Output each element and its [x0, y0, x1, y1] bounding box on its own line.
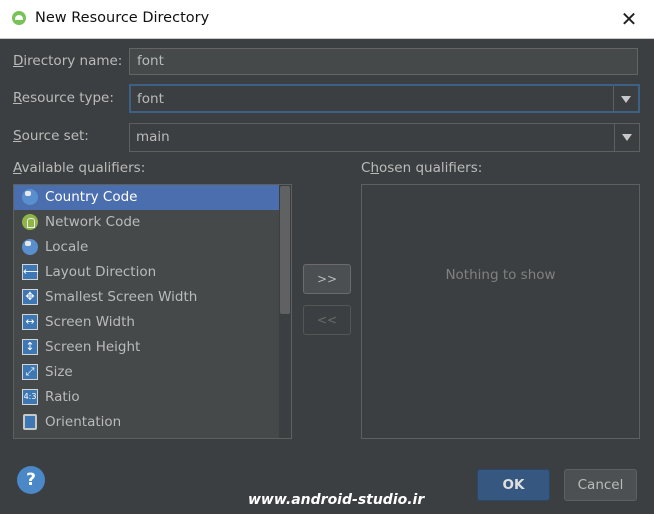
empty-state-text: Nothing to show: [445, 267, 556, 283]
list-item-label: Screen Height: [45, 339, 141, 355]
source-set-label: Source set:: [13, 128, 89, 144]
source-set-dropdown[interactable]: main: [129, 123, 640, 152]
list-item-country-code[interactable]: Country Code: [14, 185, 279, 210]
list-item-orientation[interactable]: Orientation: [14, 410, 291, 435]
dialog-title: New Resource Directory: [35, 10, 210, 26]
screen-height-icon: ↕: [22, 339, 38, 355]
chosen-qualifiers-label: Chosen qualifiers:: [361, 160, 483, 176]
locale-icon: [22, 239, 38, 255]
directory-name-field[interactable]: font: [129, 48, 638, 75]
list-item-label: Locale: [45, 239, 89, 255]
remove-qualifier-button[interactable]: <<: [303, 305, 351, 335]
scrollbar-track[interactable]: [279, 185, 291, 438]
cancel-button[interactable]: Cancel: [564, 469, 637, 501]
android-studio-icon: [12, 11, 26, 25]
network-code-icon: [22, 214, 38, 230]
list-item-screen-width[interactable]: ↔ Screen Width: [14, 310, 291, 335]
ok-button[interactable]: OK: [477, 469, 550, 501]
list-item-label: Orientation: [45, 414, 122, 430]
chevron-down-icon[interactable]: [613, 86, 638, 111]
available-qualifiers-label: Available qualifiers:: [13, 160, 146, 176]
list-item-size[interactable]: ⤢ Size: [14, 360, 291, 385]
list-item-network-code[interactable]: Network Code: [14, 210, 291, 235]
ratio-icon: 4:3: [22, 389, 38, 405]
layout-direction-icon: ⟵: [22, 264, 39, 280]
directory-name-label: Directory name:: [13, 53, 123, 69]
watermark-text: www.android-studio.ir: [248, 492, 425, 508]
list-item-label: Country Code: [45, 189, 138, 205]
list-item-label: Screen Width: [45, 314, 135, 330]
help-icon[interactable]: ?: [17, 466, 45, 494]
list-item-label: Layout Direction: [45, 264, 157, 280]
list-item-ratio[interactable]: 4:3 Ratio: [14, 385, 291, 410]
list-item-label: Smallest Screen Width: [45, 289, 198, 305]
list-item-label: Size: [45, 364, 73, 380]
list-item-smallest-screen-width[interactable]: ✥ Smallest Screen Width: [14, 285, 291, 310]
scrollbar-thumb[interactable]: [280, 186, 290, 314]
list-item-screen-height[interactable]: ↕ Screen Height: [14, 335, 291, 360]
resource-type-label: Resource type:: [13, 90, 114, 106]
smallest-screen-width-icon: ✥: [22, 289, 38, 305]
list-item-label: Ratio: [45, 389, 80, 405]
chosen-qualifiers-list[interactable]: Nothing to show: [361, 184, 640, 439]
title-bar: New Resource Directory ✕: [0, 0, 654, 39]
size-icon: ⤢: [22, 364, 38, 380]
available-qualifiers-list[interactable]: Country Code Network Code Locale ⟵ Layou…: [13, 184, 292, 439]
orientation-icon: [23, 414, 37, 430]
list-item-label: Network Code: [45, 214, 141, 230]
list-item-locale[interactable]: Locale: [14, 235, 291, 260]
close-icon[interactable]: ✕: [614, 4, 644, 34]
chevron-down-icon[interactable]: [614, 124, 639, 151]
country-code-icon: [22, 189, 38, 205]
resource-type-dropdown[interactable]: font: [129, 84, 640, 113]
add-qualifier-button[interactable]: >>: [303, 264, 351, 294]
list-item-layout-direction[interactable]: ⟵ Layout Direction: [14, 260, 291, 285]
resource-type-value: font: [137, 91, 164, 107]
screen-width-icon: ↔: [22, 314, 38, 330]
source-set-value: main: [136, 129, 170, 145]
